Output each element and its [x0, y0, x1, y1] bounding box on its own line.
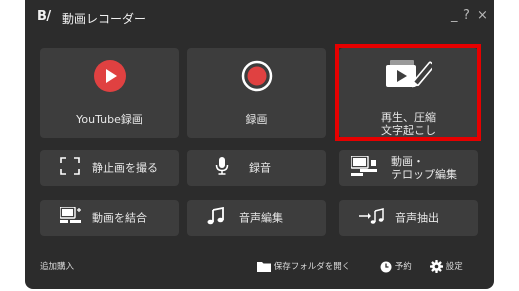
video-timeline-icon: [350, 155, 377, 180]
close-button[interactable]: ×: [477, 9, 488, 23]
playback-label-line1: 再生、圧縮: [381, 111, 436, 124]
playback-label-line2: 文字起こし: [381, 124, 436, 137]
help-button[interactable]: ?: [463, 9, 470, 23]
open-save-folder-button[interactable]: 保存フォルダを開く: [257, 260, 350, 272]
audio-record-button[interactable]: 録音: [187, 150, 326, 186]
gear-icon: [430, 260, 446, 273]
video-telop-edit-button[interactable]: 動画・ テロップ編集: [339, 150, 478, 186]
settings-label: 設定: [445, 262, 463, 272]
app-title: 動画レコーダー: [62, 12, 147, 26]
still-capture-button[interactable]: 静止画を撮る: [40, 150, 179, 186]
minimize-button[interactable]: _: [451, 9, 458, 23]
screen-record-label: 録画: [245, 113, 268, 126]
audio-edit-label: 音声編集: [239, 211, 283, 225]
audio-edit-button[interactable]: 音声編集: [187, 200, 326, 236]
open-save-folder-label: 保存フォルダを開く: [273, 262, 351, 272]
youtube-play-icon: [93, 60, 126, 96]
app-window: B/ 動画レコーダー _ ? × YouTube録画 録画 再生、圧縮 文字起こ…: [25, 0, 494, 289]
video-telop-edit-label: 動画・ テロップ編集: [391, 155, 457, 181]
still-capture-label: 静止画を撮る: [92, 161, 158, 175]
music-note-icon: [207, 206, 225, 229]
extract-audio-icon: [359, 207, 385, 229]
playback-label: 再生、圧縮 文字起こし: [339, 111, 478, 137]
additional-purchase-link[interactable]: 追加購入: [40, 260, 74, 272]
youtube-record-button[interactable]: YouTube録画: [40, 48, 179, 138]
app-logo: B/: [37, 9, 51, 24]
merge-video-label: 動画を結合: [92, 211, 147, 225]
audio-extract-label: 音声抽出: [395, 211, 439, 225]
video-edit-label-line1: 動画・: [391, 155, 424, 168]
audio-extract-button[interactable]: 音声抽出: [339, 200, 478, 236]
video-edit-label-line2: テロップ編集: [391, 168, 457, 181]
microphone-icon: [215, 157, 229, 179]
playback-compress-transcribe-button[interactable]: 再生、圧縮 文字起こし: [339, 48, 478, 138]
youtube-record-label: YouTube録画: [76, 113, 143, 126]
schedule-label: 予約: [394, 262, 412, 272]
settings-button[interactable]: 設定: [430, 260, 463, 273]
clock-icon: [380, 261, 395, 272]
record-icon: [241, 60, 273, 96]
folder-icon: [257, 262, 274, 272]
capture-frame-icon: [60, 157, 80, 179]
merge-video-icon: [59, 206, 82, 229]
schedule-button[interactable]: 予約: [380, 260, 412, 273]
audio-record-label: 録音: [249, 161, 271, 175]
screen-record-button[interactable]: 録画: [187, 48, 326, 138]
merge-video-button[interactable]: 動画を結合: [40, 200, 179, 236]
video-edit-pen-icon: [385, 58, 435, 96]
title-bar: B/ 動画レコーダー _ ? ×: [25, 0, 494, 34]
